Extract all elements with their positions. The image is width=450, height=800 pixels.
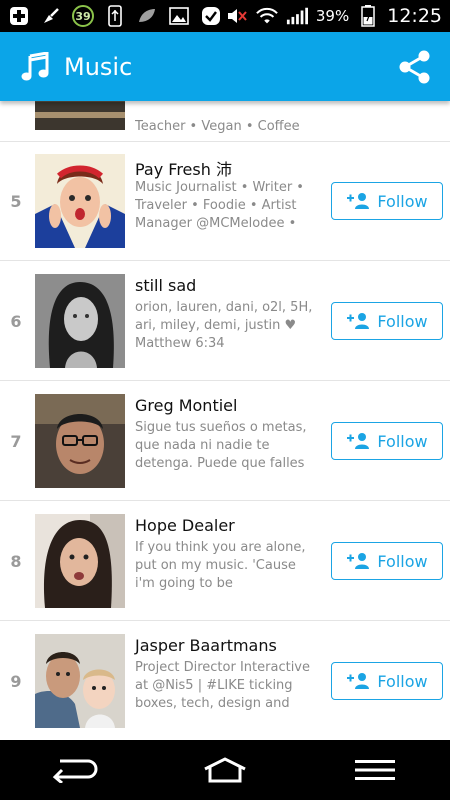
rank-number: 5 xyxy=(10,192,22,211)
user-bio: Project Director Interactive at @Nis5 | … xyxy=(135,660,310,711)
mute-icon xyxy=(226,5,248,27)
user-avatar[interactable] xyxy=(35,394,125,488)
system-nav-bar xyxy=(0,740,450,800)
user-name[interactable]: Greg Montiel xyxy=(135,396,237,415)
list-item[interactable]: 7 Greg Montiel Sigue tus sueños o metas,… xyxy=(0,382,450,501)
follow-label: Follow xyxy=(377,311,428,331)
user-name[interactable]: Pay Fresh 沛 xyxy=(135,156,232,180)
user-avatar[interactable] xyxy=(35,154,125,248)
notification-count-badge: 39 xyxy=(72,5,94,27)
follow-button[interactable]: Follow xyxy=(331,662,443,700)
user-bio: If you think you are alone, put on my mu… xyxy=(135,540,306,591)
share-icon xyxy=(399,50,431,84)
gallery-icon xyxy=(168,5,190,27)
home-icon xyxy=(202,757,248,783)
follow-button[interactable]: Follow xyxy=(331,422,443,460)
list-item[interactable]: 5 Pay Fresh 沛 Music Journalist • Writer … xyxy=(0,142,450,261)
user-avatar[interactable] xyxy=(35,101,125,130)
list-item[interactable]: 9 Jasper Baartmans Project Director Inte… xyxy=(0,622,450,740)
user-bio: orion, lauren, dani, o2l, 5H, ari, miley… xyxy=(135,300,313,351)
follow-label: Follow xyxy=(377,431,428,451)
user-avatar[interactable] xyxy=(35,634,125,728)
add-person-icon xyxy=(346,672,370,690)
follow-button[interactable]: Follow xyxy=(331,302,443,340)
user-bio: Music Journalist • Writer • Traveler • F… xyxy=(135,180,304,231)
share-button[interactable] xyxy=(398,50,432,84)
app-title: Music xyxy=(64,52,133,81)
add-icon xyxy=(8,5,30,27)
rank-number: 9 xyxy=(10,672,22,691)
back-button[interactable] xyxy=(45,750,105,790)
check-icon xyxy=(200,5,222,27)
follow-button[interactable]: Follow xyxy=(331,182,443,220)
wifi-icon xyxy=(256,5,278,27)
menu-icon xyxy=(355,759,395,781)
follow-label: Follow xyxy=(377,191,428,211)
rank-number: 7 xyxy=(10,432,22,451)
battery-icon xyxy=(357,5,379,27)
status-bar: 39 39% 12:25 xyxy=(0,0,450,32)
cleanup-icon xyxy=(40,5,62,27)
user-bio: Sigue tus sueños o metas, que nada ni na… xyxy=(135,420,307,471)
usb-icon xyxy=(104,5,126,27)
user-bio: Teacher • Vegan • Coffee xyxy=(135,119,300,134)
user-name[interactable]: still sad xyxy=(135,276,196,295)
add-person-icon xyxy=(346,192,370,210)
battery-percent: 39% xyxy=(315,7,350,25)
user-list[interactable]: Teacher • Vegan • Coffee 5 Pay Fresh 沛 M… xyxy=(0,101,450,740)
add-person-icon xyxy=(346,312,370,330)
leaf-icon xyxy=(136,5,158,27)
back-icon xyxy=(52,757,98,783)
rank-number: 6 xyxy=(10,312,22,331)
signal-icon xyxy=(286,5,308,27)
list-item[interactable]: Teacher • Vegan • Coffee xyxy=(0,101,450,142)
music-note-icon xyxy=(20,50,50,82)
user-name[interactable]: Jasper Baartmans xyxy=(135,636,277,655)
app-bar: Music xyxy=(0,32,450,101)
clock: 12:25 xyxy=(387,5,442,27)
user-avatar[interactable] xyxy=(35,274,125,368)
user-avatar[interactable] xyxy=(35,514,125,608)
home-button[interactable] xyxy=(195,750,255,790)
add-person-icon xyxy=(346,552,370,570)
add-person-icon xyxy=(346,432,370,450)
list-item[interactable]: 8 Hope Dealer If you think you are alone… xyxy=(0,502,450,621)
user-name[interactable]: Hope Dealer xyxy=(135,516,235,535)
list-item[interactable]: 6 still sad orion, lauren, dani, o2l, 5H… xyxy=(0,262,450,381)
menu-button[interactable] xyxy=(345,750,405,790)
follow-label: Follow xyxy=(377,671,428,691)
rank-number: 8 xyxy=(10,552,22,571)
follow-label: Follow xyxy=(377,551,428,571)
follow-button[interactable]: Follow xyxy=(331,542,443,580)
